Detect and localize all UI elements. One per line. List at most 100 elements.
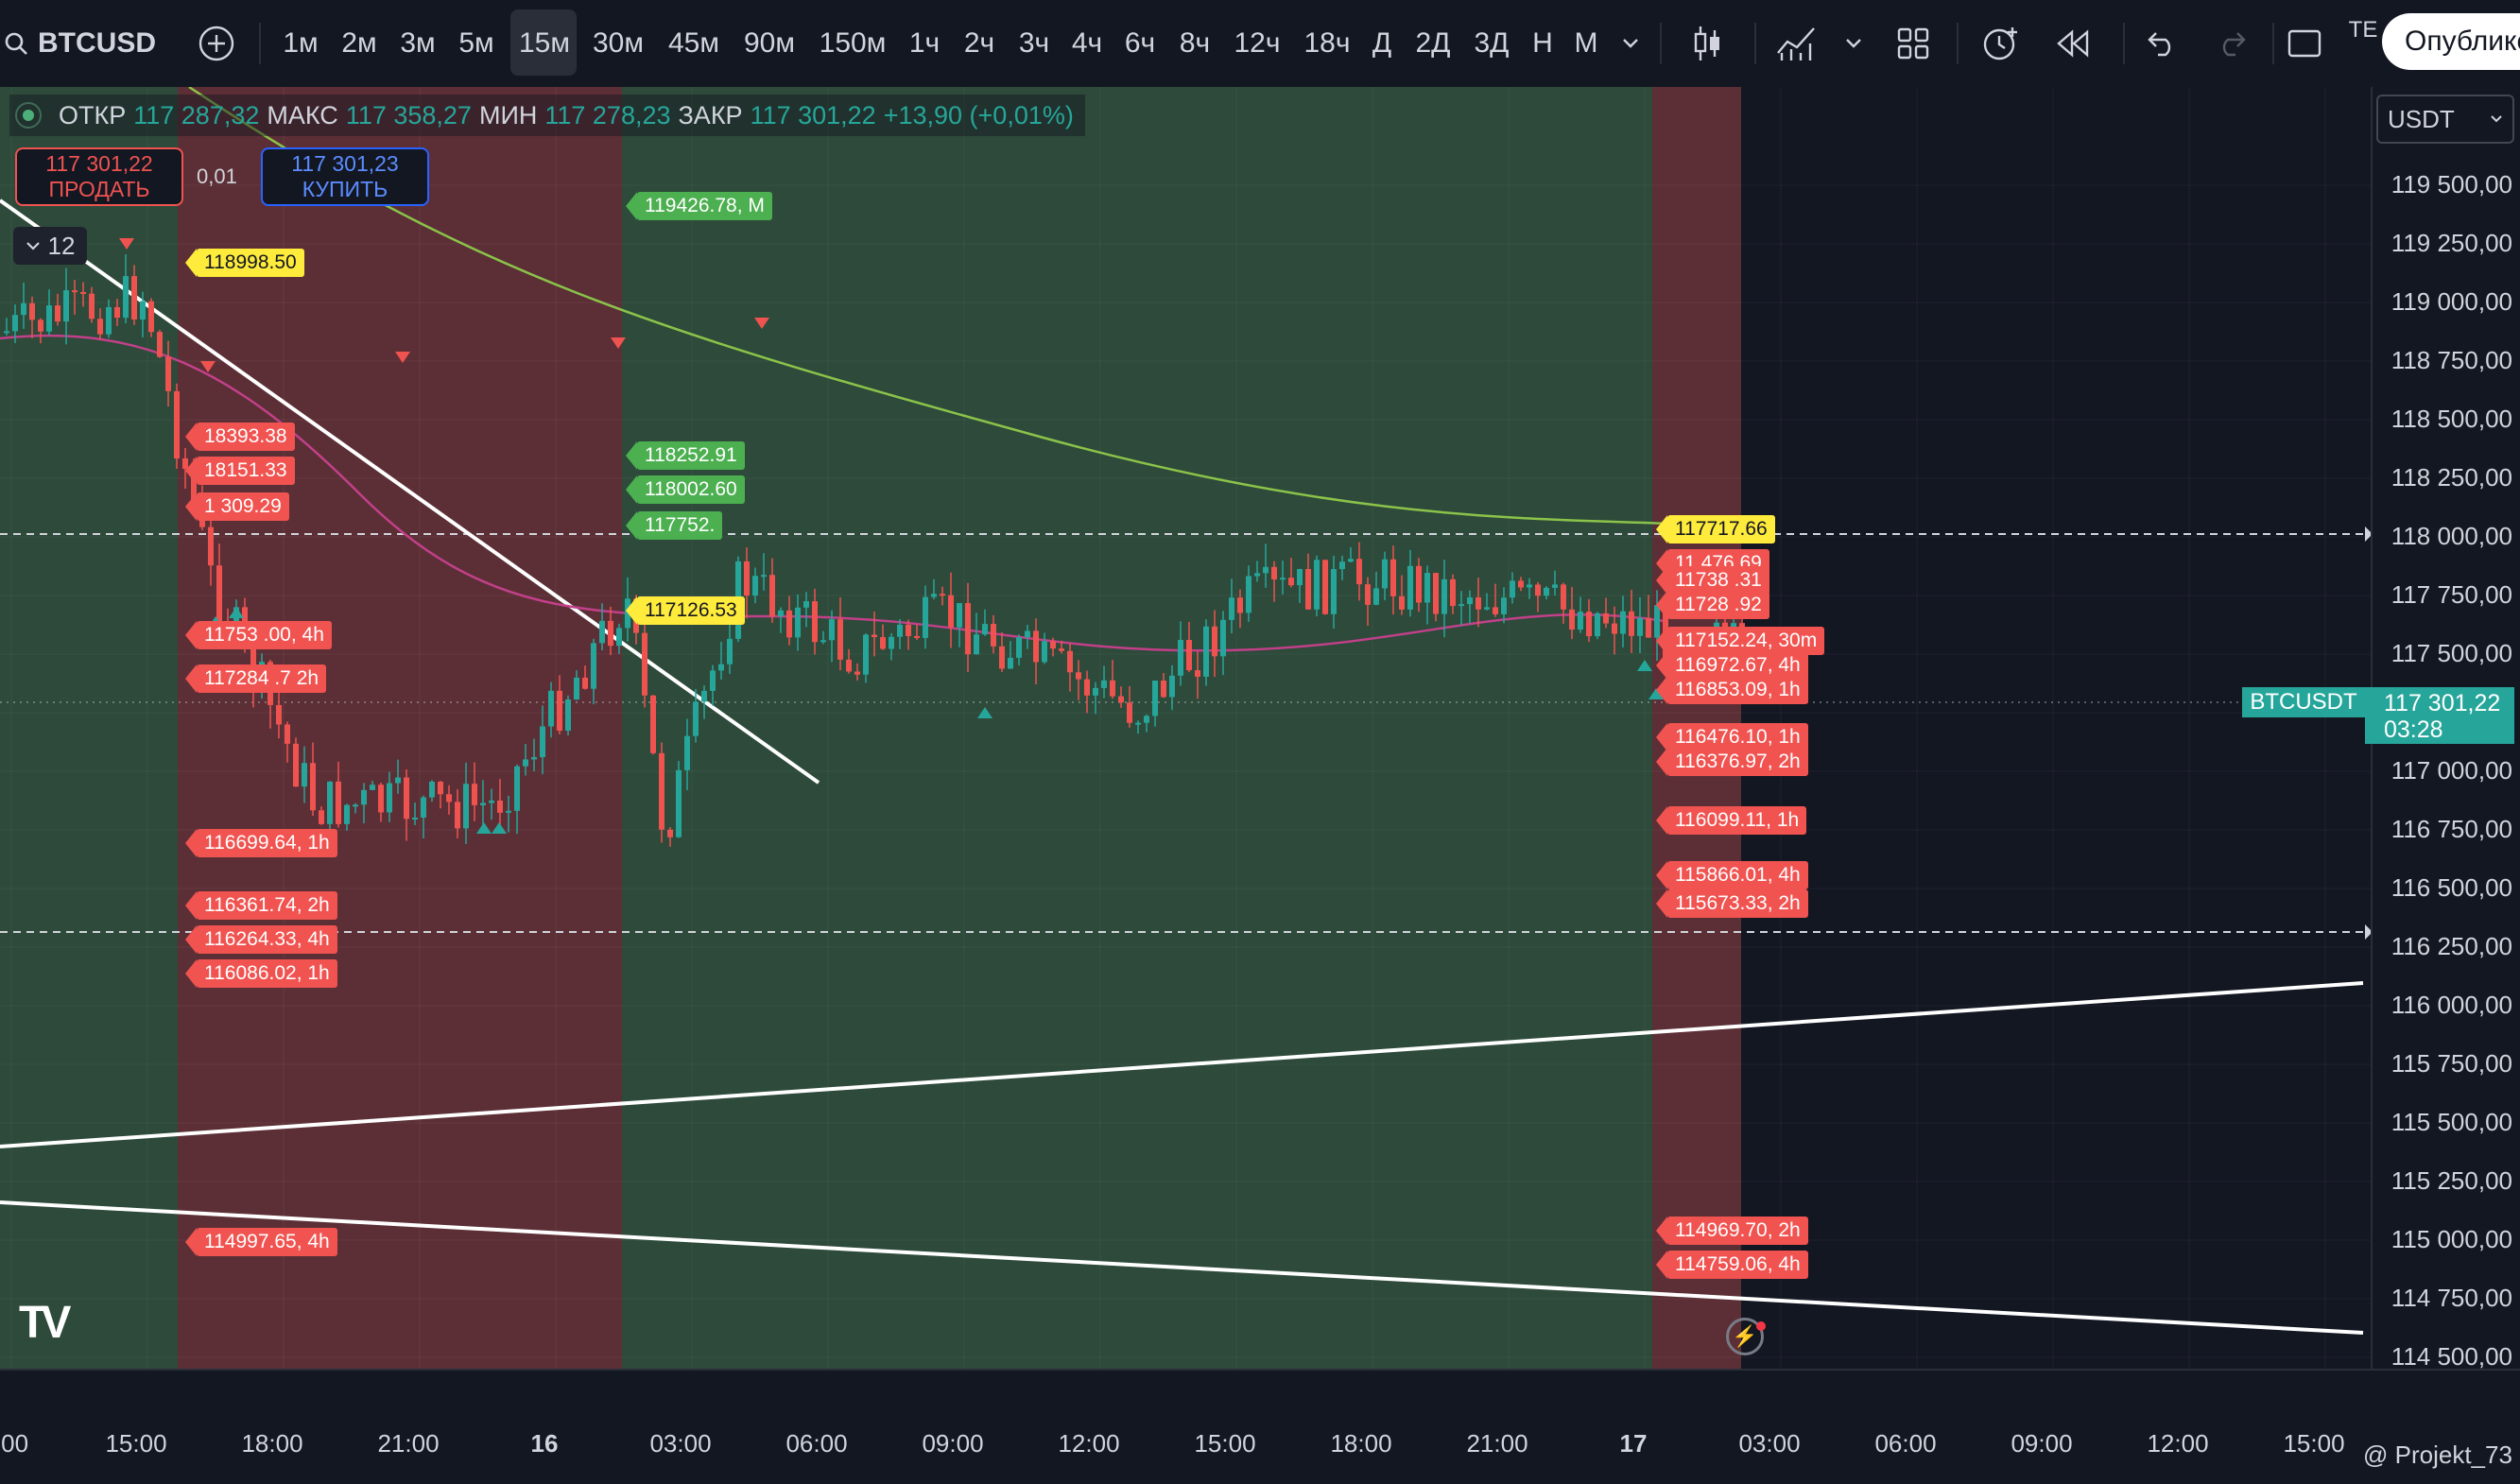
candle-body	[1382, 559, 1388, 589]
alert-icon	[1983, 27, 2017, 60]
interval-18ч[interactable]: 18ч	[1299, 0, 1355, 87]
indicators-button[interactable]	[1773, 0, 1821, 87]
fullscreen-icon	[2287, 29, 2322, 58]
interval-3Д[interactable]: 3Д	[1463, 0, 1520, 87]
price-level-label: 116376.97, 2h	[1656, 748, 1808, 776]
price-level-label: 115866.01, 4h	[1656, 861, 1808, 889]
interval-15м[interactable]: 15м	[516, 0, 573, 87]
alert-button[interactable]	[1979, 0, 2021, 87]
fullscreen-button[interactable]	[2286, 0, 2323, 87]
candle-body	[276, 704, 282, 725]
interval-30м[interactable]: 30м	[590, 0, 647, 87]
interval-12ч[interactable]: 12ч	[1229, 0, 1286, 87]
candle-body	[21, 302, 26, 316]
open-key: ОТКР	[59, 100, 127, 129]
interval-more-button[interactable]	[1616, 0, 1645, 87]
author-watermark: @ Projekt_73	[2363, 1441, 2512, 1469]
interval-3ч[interactable]: 3ч	[1006, 0, 1062, 87]
candle-body	[923, 596, 928, 638]
price-tick: 114 500,00	[2391, 1342, 2512, 1371]
chevron-down-icon	[1623, 39, 1638, 48]
interval-1м[interactable]: 1м	[272, 0, 329, 87]
interval-3м[interactable]: 3м	[389, 0, 446, 87]
top-toolbar: BTCUSD 1м 2м 3м 5м 15м 30м 45м 90м 150м 1ч 2ч 3ч 4ч 6…	[0, 0, 2520, 89]
candle-body	[769, 575, 775, 617]
undo-button[interactable]	[2144, 0, 2182, 87]
candle-body	[1476, 597, 1481, 610]
interval-2Д[interactable]: 2Д	[1405, 0, 1461, 87]
time-axis[interactable]: :00 15:00 18:00 21:00 16 03:00 06:00 09:00 12:00…	[0, 1369, 2520, 1484]
interval-5м[interactable]: 5м	[448, 0, 505, 87]
signal-marker	[492, 822, 507, 834]
interval-М[interactable]: М	[1558, 0, 1614, 87]
buy-price: 117 301,23	[291, 151, 399, 176]
interval-45м[interactable]: 45м	[665, 0, 722, 87]
candle-body	[1067, 650, 1073, 673]
redo-button[interactable]	[2212, 0, 2250, 87]
candle-body	[574, 677, 579, 700]
candle-body	[310, 763, 316, 811]
candle-body	[1246, 576, 1251, 613]
candle-body	[1348, 559, 1354, 562]
replay-button[interactable]	[2053, 0, 2095, 87]
symbol-search[interactable]: BTCUSD	[4, 0, 164, 87]
candle-body	[684, 735, 690, 770]
interval-8ч[interactable]: 8ч	[1166, 0, 1223, 87]
candle-body	[1646, 617, 1651, 638]
candle-body	[412, 818, 418, 820]
indicators-collapse-button[interactable]: 12	[13, 227, 87, 265]
candle-body	[1339, 561, 1345, 570]
candle-body	[1161, 681, 1166, 698]
candle-body	[1578, 612, 1583, 630]
interval-1ч[interactable]: 1ч	[896, 0, 953, 87]
layout-button[interactable]	[1894, 0, 1932, 87]
price-level-label: 11728 .92	[1656, 591, 1769, 619]
symbol-name: BTCUSD	[38, 27, 156, 59]
low-key: МИН	[478, 100, 538, 129]
candle-body	[1561, 584, 1566, 610]
interval-6ч[interactable]: 6ч	[1112, 0, 1168, 87]
candle-body	[480, 802, 486, 805]
interval-Д[interactable]: Д	[1354, 0, 1410, 87]
candle-body	[1416, 565, 1422, 603]
bar-countdown: 03:28	[2384, 716, 2443, 743]
candle-body	[531, 757, 537, 760]
candle-body	[1059, 648, 1064, 651]
interval-2ч[interactable]: 2ч	[951, 0, 1008, 87]
publish-button[interactable]: Опублико	[2382, 13, 2520, 70]
time-tick: 15:00	[2283, 1429, 2345, 1458]
time-tick: 21:00	[377, 1429, 440, 1458]
price-tick: 115 750,00	[2391, 1049, 2512, 1078]
candle-body	[854, 671, 860, 675]
candle-body	[982, 624, 988, 635]
candle-body	[1093, 687, 1098, 696]
candle-body	[1144, 716, 1149, 723]
visibility-icon[interactable]	[15, 102, 42, 129]
candle-body	[353, 804, 358, 807]
chart-type-button[interactable]	[1688, 0, 1726, 87]
candle-body	[820, 640, 826, 643]
price-level-label: 114997.65, 4h	[185, 1228, 337, 1256]
candle-body	[63, 290, 69, 322]
currency-select[interactable]: USDT	[2376, 95, 2514, 144]
time-tick: 16	[530, 1429, 559, 1458]
price-level-label: 117126.53	[626, 596, 745, 625]
interval-150м[interactable]: 150м	[820, 0, 887, 87]
candle-body	[1016, 637, 1022, 658]
chart-pane[interactable]: ОТКР 117 287,32 МАКС 117 358,27 МИН 117 …	[0, 87, 2371, 1369]
buy-button[interactable]: 117 301,23 КУПИТЬ	[261, 147, 429, 206]
interval-90м[interactable]: 90м	[741, 0, 798, 87]
indicators-dropdown[interactable]	[1841, 0, 1866, 87]
candle-body	[319, 810, 324, 824]
candle-body	[114, 306, 120, 319]
sell-button[interactable]: 117 301,22 ПРОДАТЬ	[15, 147, 183, 206]
chevron-down-icon	[26, 242, 40, 250]
price-tick: 117 500,00	[2391, 639, 2512, 667]
candle-body	[565, 699, 571, 732]
candles-icon	[1694, 26, 1719, 60]
interval-2м[interactable]: 2м	[331, 0, 388, 87]
candle-body	[1178, 640, 1183, 676]
add-symbol-button[interactable]	[195, 0, 238, 87]
candle-body	[1620, 611, 1626, 634]
interval-4ч[interactable]: 4ч	[1059, 0, 1115, 87]
